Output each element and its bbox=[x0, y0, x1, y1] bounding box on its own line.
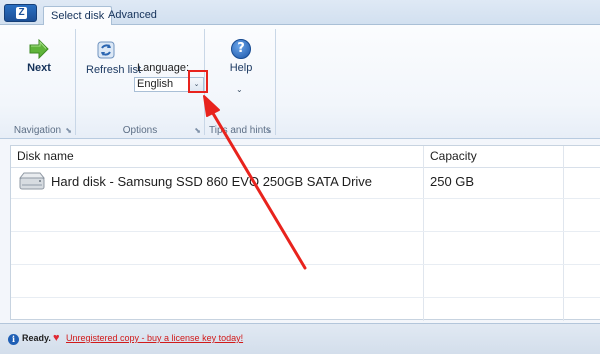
navigation-launcher-icon[interactable]: ⬊ bbox=[65, 126, 72, 135]
row-divider bbox=[11, 231, 600, 232]
buy-license-link[interactable]: Unregistered copy - buy a license key to… bbox=[66, 333, 243, 343]
disk-name-cell: Hard disk - Samsung SSD 860 EVO 250GB SA… bbox=[51, 174, 373, 189]
help-glyph: ? bbox=[237, 41, 245, 56]
language-value: English bbox=[137, 78, 174, 90]
group-divider bbox=[275, 29, 276, 135]
hard-disk-icon bbox=[18, 172, 46, 190]
refresh-icon bbox=[97, 41, 115, 59]
app-logo-icon: Z bbox=[16, 7, 27, 19]
grid-header: Disk name Capacity bbox=[11, 146, 600, 168]
next-button-label: Next bbox=[27, 62, 51, 74]
app-menu-button[interactable]: Z bbox=[4, 4, 37, 22]
annotation-highlight-box bbox=[188, 70, 208, 93]
status-ready-text: Ready. bbox=[22, 333, 51, 343]
help-dropdown-icon[interactable]: ⌄ bbox=[236, 85, 243, 94]
ribbon: Next Navigation ⬊ Options ⬊ Refresh list… bbox=[0, 25, 600, 139]
info-icon: i bbox=[8, 334, 19, 345]
next-button[interactable]: Next bbox=[22, 39, 56, 74]
help-button[interactable]: ? Help bbox=[226, 39, 256, 74]
refresh-list-button[interactable]: Refresh list bbox=[86, 39, 142, 76]
help-label: Help bbox=[229, 62, 253, 74]
row-divider bbox=[11, 297, 600, 298]
refresh-list-label: Refresh list bbox=[86, 64, 142, 76]
navigation-group-label: Navigation bbox=[13, 125, 62, 136]
tab-strip: Z Select disk Advanced bbox=[0, 0, 600, 26]
row-divider bbox=[11, 264, 600, 265]
options-group-label: Options bbox=[122, 125, 158, 136]
column-header-capacity[interactable]: Capacity bbox=[424, 146, 564, 168]
next-arrow-icon bbox=[29, 39, 49, 59]
status-bar: i Ready. ♥ Unregistered copy - buy a lic… bbox=[0, 323, 600, 354]
tab-advanced[interactable]: Advanced bbox=[101, 6, 164, 26]
capacity-cell: 250 GB bbox=[430, 174, 475, 189]
language-label: Language: bbox=[137, 62, 189, 74]
column-header-disk-name[interactable]: Disk name bbox=[11, 146, 423, 168]
tips-launcher-icon[interactable]: ⬊ bbox=[265, 126, 272, 135]
options-launcher-icon[interactable]: ⬊ bbox=[194, 126, 201, 135]
ribbon-group-navigation: Next Navigation ⬊ bbox=[0, 25, 75, 139]
row-divider bbox=[11, 198, 600, 199]
help-icon: ? bbox=[231, 39, 251, 59]
disk-list[interactable]: Disk name Capacity Hard disk - Samsung S… bbox=[10, 145, 600, 321]
table-row[interactable]: Hard disk - Samsung SSD 860 EVO 250GB SA… bbox=[11, 168, 600, 198]
heart-icon: ♥ bbox=[53, 332, 60, 344]
